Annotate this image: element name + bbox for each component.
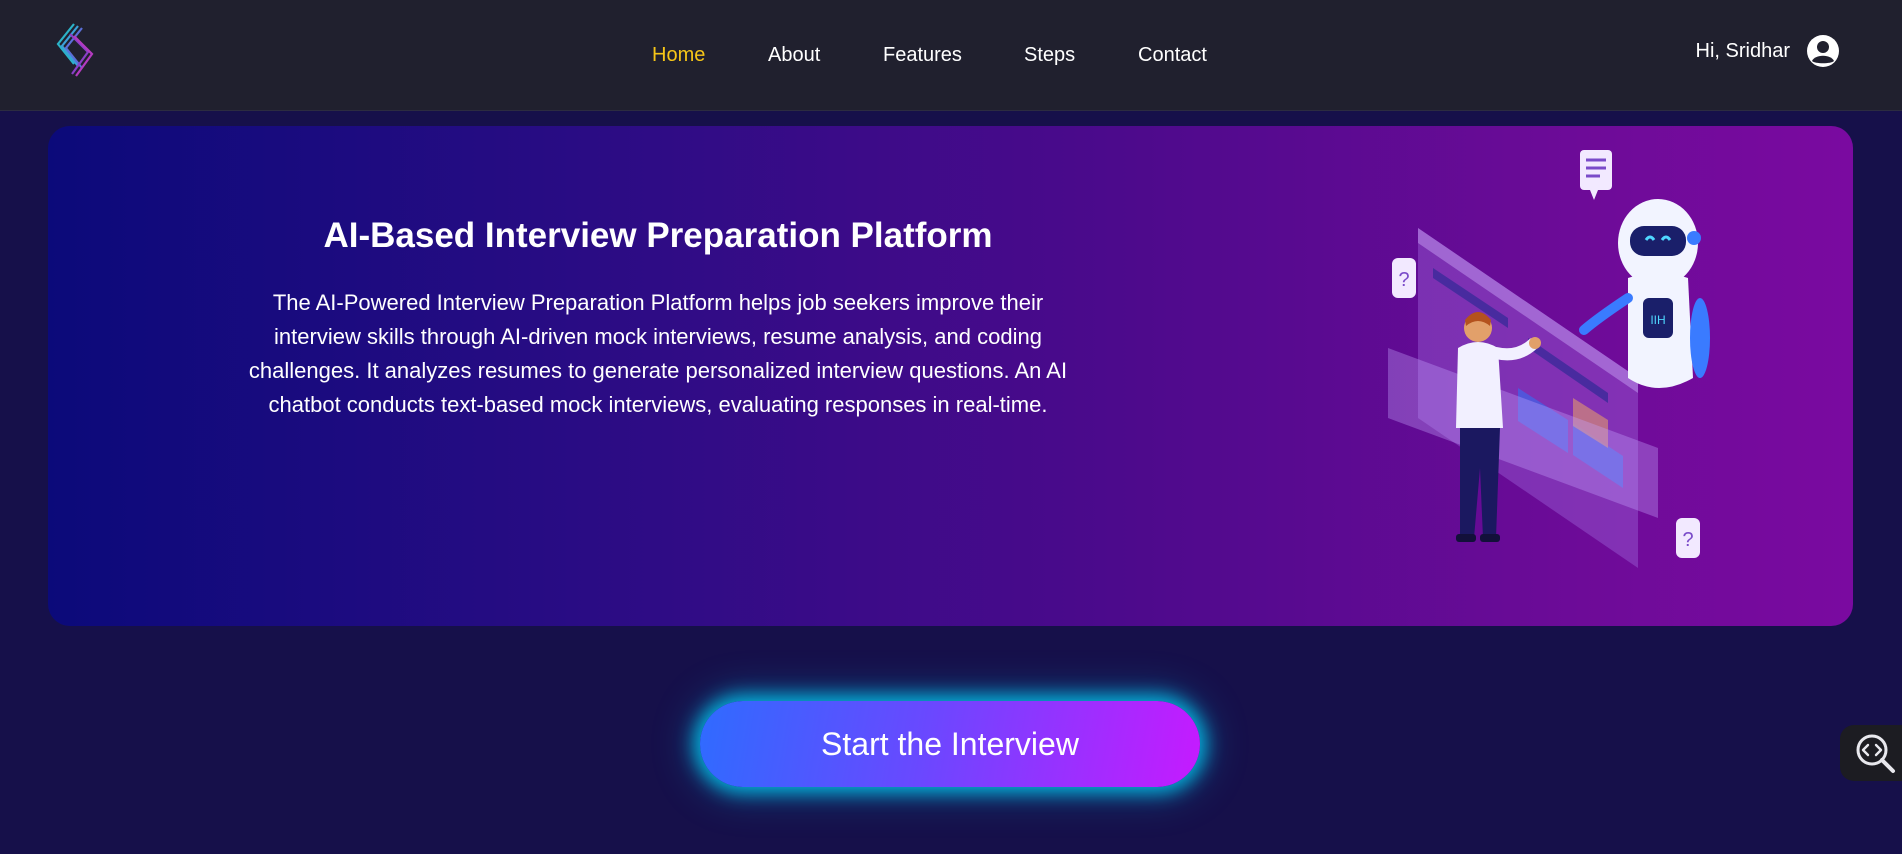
nav-link-contact[interactable]: Contact (1138, 44, 1207, 67)
svg-text:IIH: IIH (1650, 313, 1665, 327)
nav-link-home[interactable]: Home (652, 44, 705, 67)
hero-title: AI-Based Interview Preparation Platform (323, 216, 993, 255)
nav-link-features[interactable]: Features (883, 44, 962, 67)
svg-text:?: ? (1398, 269, 1409, 291)
user-menu[interactable]: Hi, Sridhar (1696, 34, 1840, 68)
navbar: Home About Features Steps Contact Hi, Sr… (0, 0, 1902, 111)
code-search-icon[interactable] (1840, 725, 1902, 781)
hero-description: The AI-Powered Interview Preparation Pla… (248, 290, 1068, 417)
start-interview-button[interactable]: Start the Interview (700, 701, 1200, 787)
person-with-robot-illustration: ? ? IIH (1328, 148, 1728, 588)
user-circle-icon[interactable] (1806, 34, 1840, 68)
svg-text:?: ? (1682, 529, 1693, 551)
nav-link-about[interactable]: About (768, 44, 820, 67)
nav-link-steps[interactable]: Steps (1024, 44, 1075, 67)
user-greeting: Hi, Sridhar (1695, 39, 1790, 62)
nav-links: Home About Features Steps Contact (0, 0, 1902, 111)
hero-banner: AI-Based Interview Preparation Platform … (48, 126, 1853, 626)
